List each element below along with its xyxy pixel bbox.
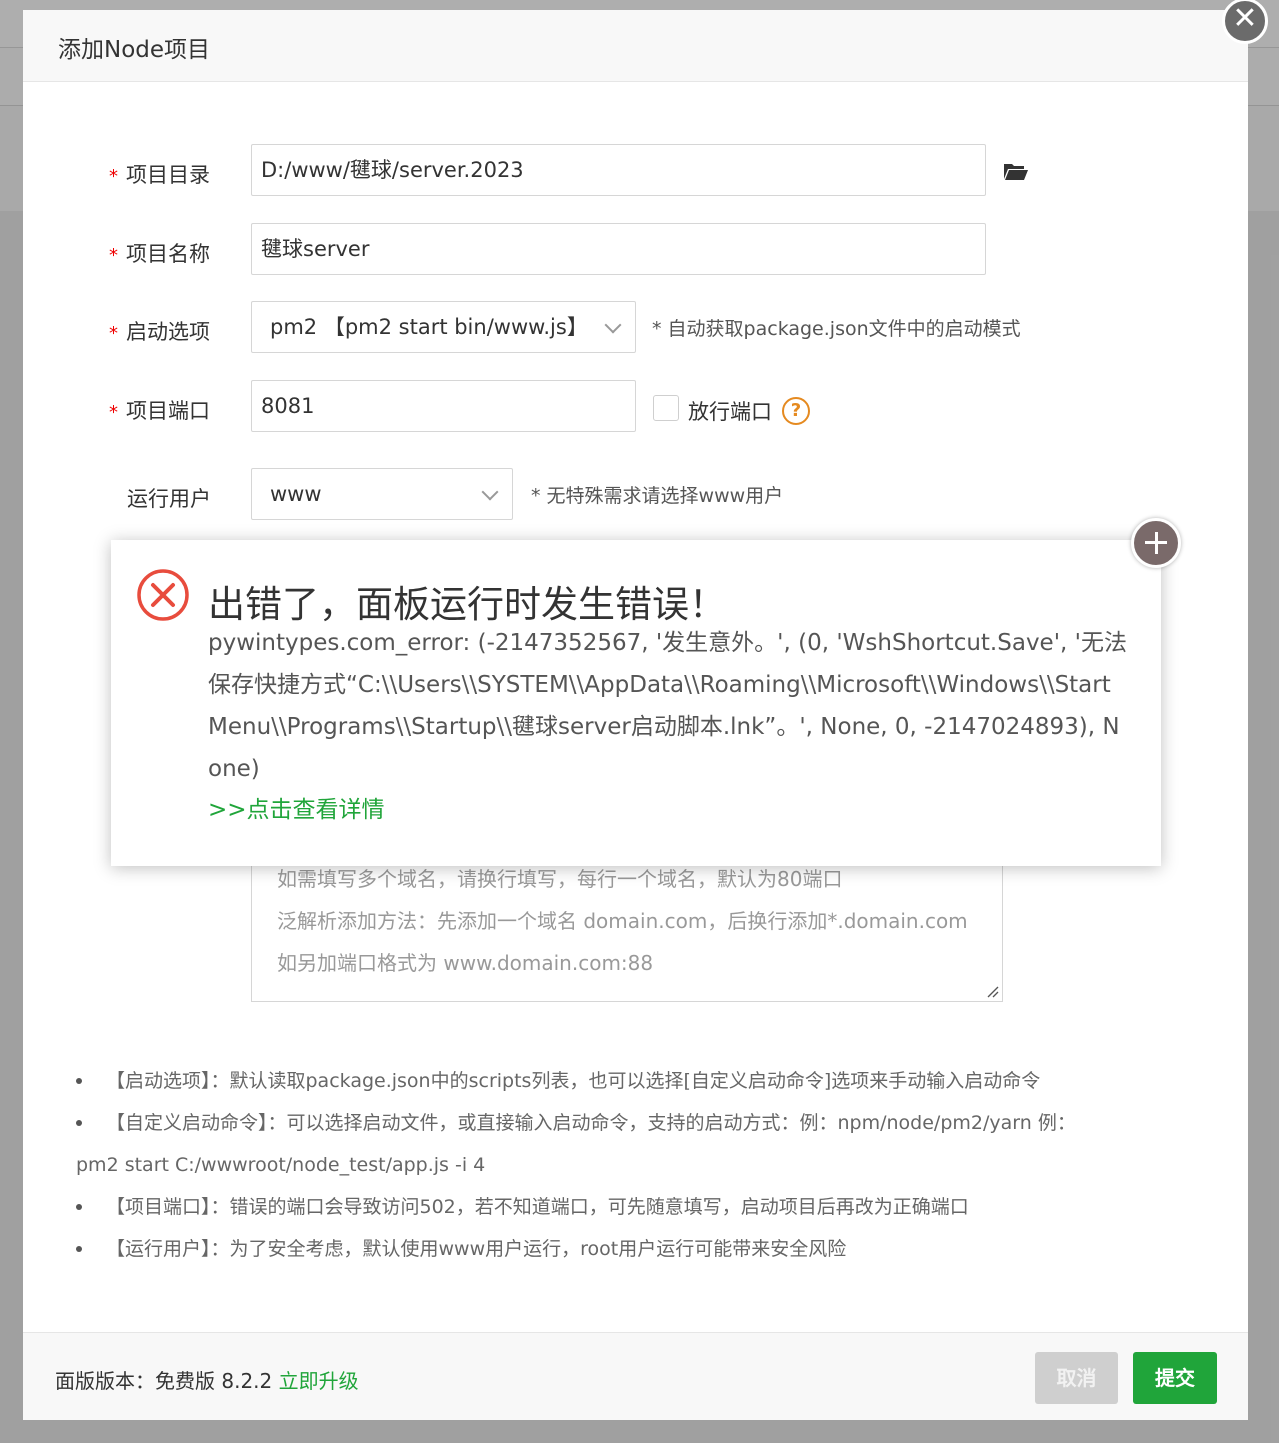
required-mark: * — [109, 166, 118, 187]
run-user-select[interactable]: www — [251, 468, 513, 520]
resize-grip-icon[interactable] — [987, 986, 999, 998]
dialog-footer: 面版版本：免费版 8.2.2 立即升级 取消 提交 — [23, 1332, 1248, 1420]
chevron-down-icon — [481, 483, 499, 501]
dialog-header: 添加Node项目 — [23, 10, 1248, 82]
error-title: 出错了，面板运行时发生错误！ — [208, 583, 726, 626]
required-mark: * — [109, 245, 118, 266]
run-user-hint: * 无特殊需求请选择www用户 — [531, 485, 784, 507]
submit-button[interactable]: 提交 — [1133, 1352, 1217, 1404]
upgrade-link[interactable]: 立即升级 — [279, 1369, 359, 1393]
start-option-hint: * 自动获取package.json文件中的启动模式 — [652, 318, 1021, 340]
note-item: 【自定义启动命令】：可以选择启动文件，或直接输入启动命令，支持的启动方式：例：n… — [76, 1102, 1196, 1186]
port-input[interactable]: 8081 — [251, 380, 636, 432]
domain-placeholder-line: 泛解析添加方法：先添加一个域名 domain.com，后换行添加*.domain… — [277, 909, 968, 933]
folder-open-icon[interactable] — [1003, 161, 1029, 181]
note-item: 【项目端口】：错误的端口会导致访问502，若不知道端口，可先随意填写，启动项目后… — [76, 1186, 1196, 1228]
allow-port-label[interactable]: 放行端口 — [688, 396, 772, 426]
run-user-label: 运行用户 — [127, 487, 211, 511]
chevron-down-icon — [604, 316, 622, 334]
name-input[interactable]: 毽球server — [251, 223, 986, 275]
dialog-title: 添加Node项目 — [58, 37, 211, 63]
directory-input[interactable]: D:/www/毽球/server.2023 — [251, 144, 986, 196]
required-mark: * — [109, 323, 118, 344]
required-mark: * — [109, 402, 118, 423]
note-item: 【运行用户】：为了安全考虑，默认使用www用户运行，root用户运行可能带来安全… — [76, 1228, 1196, 1270]
name-label: * 项目名称 — [109, 242, 210, 266]
start-option-select[interactable]: pm2 【pm2 start bin/www.js】 — [251, 301, 636, 353]
panel-version: 面版版本：免费版 8.2.2 立即升级 — [55, 1369, 359, 1393]
help-notes: 【启动选项】：默认读取package.json中的scripts列表，也可以选择… — [76, 1060, 1196, 1270]
domain-placeholder-line: 如另加端口格式为 www.domain.com:88 — [277, 951, 654, 975]
error-close-icon[interactable] — [1131, 518, 1181, 568]
note-item: 【启动选项】：默认读取package.json中的scripts列表，也可以选择… — [76, 1060, 1196, 1102]
error-message: pywintypes.com_error: (-2147352567, '发生意… — [208, 630, 1127, 782]
error-icon — [137, 569, 189, 621]
dialog-close-icon[interactable]: ✕ — [1222, 0, 1268, 44]
domain-placeholder-line: 如需填写多个域名，请换行填写，每行一个域名，默认为80端口 — [277, 867, 843, 891]
help-icon[interactable]: ? — [782, 397, 810, 425]
cancel-button[interactable]: 取消 — [1035, 1352, 1118, 1404]
error-popup: 出错了，面板运行时发生错误！ pywintypes.com_error: (-2… — [111, 518, 1181, 866]
directory-label: * 项目目录 — [109, 163, 210, 187]
run-user-value: www — [270, 482, 322, 506]
start-option-label: * 启动选项 — [109, 320, 210, 344]
start-option-value: pm2 【pm2 start bin/www.js】 — [270, 315, 588, 339]
view-details-link[interactable]: >>点击查看详情 — [208, 790, 385, 824]
port-label: * 项目端口 — [109, 399, 210, 423]
allow-port-checkbox[interactable] — [653, 395, 679, 421]
